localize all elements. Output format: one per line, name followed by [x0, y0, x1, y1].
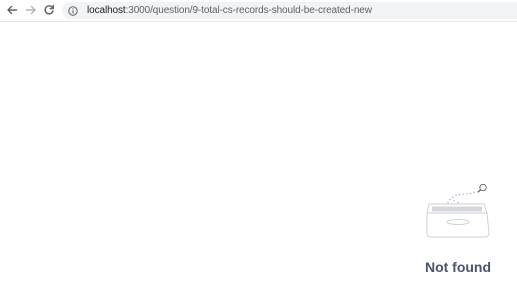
reload-icon: [44, 4, 54, 15]
forward-button[interactable]: [23, 2, 39, 18]
url-text[interactable]: localhost:3000/question/9-total-cs-recor…: [87, 5, 372, 16]
empty-state-title: Not found: [424, 259, 492, 275]
arrow-right-icon: [25, 5, 36, 15]
url-path: :3000/question/9-total-cs-records-should…: [125, 5, 372, 16]
back-button[interactable]: [4, 2, 20, 18]
empty-box-icon: [426, 183, 490, 238]
page-content: Not found: [0, 22, 517, 297]
url-host: localhost: [87, 5, 126, 16]
reload-button[interactable]: [41, 2, 57, 18]
arrow-left-icon: [7, 5, 18, 15]
browser-toolbar: localhost:3000/question/9-total-cs-recor…: [0, 0, 517, 22]
info-circle-icon[interactable]: [68, 5, 78, 16]
address-bar[interactable]: localhost:3000/question/9-total-cs-recor…: [62, 2, 517, 19]
